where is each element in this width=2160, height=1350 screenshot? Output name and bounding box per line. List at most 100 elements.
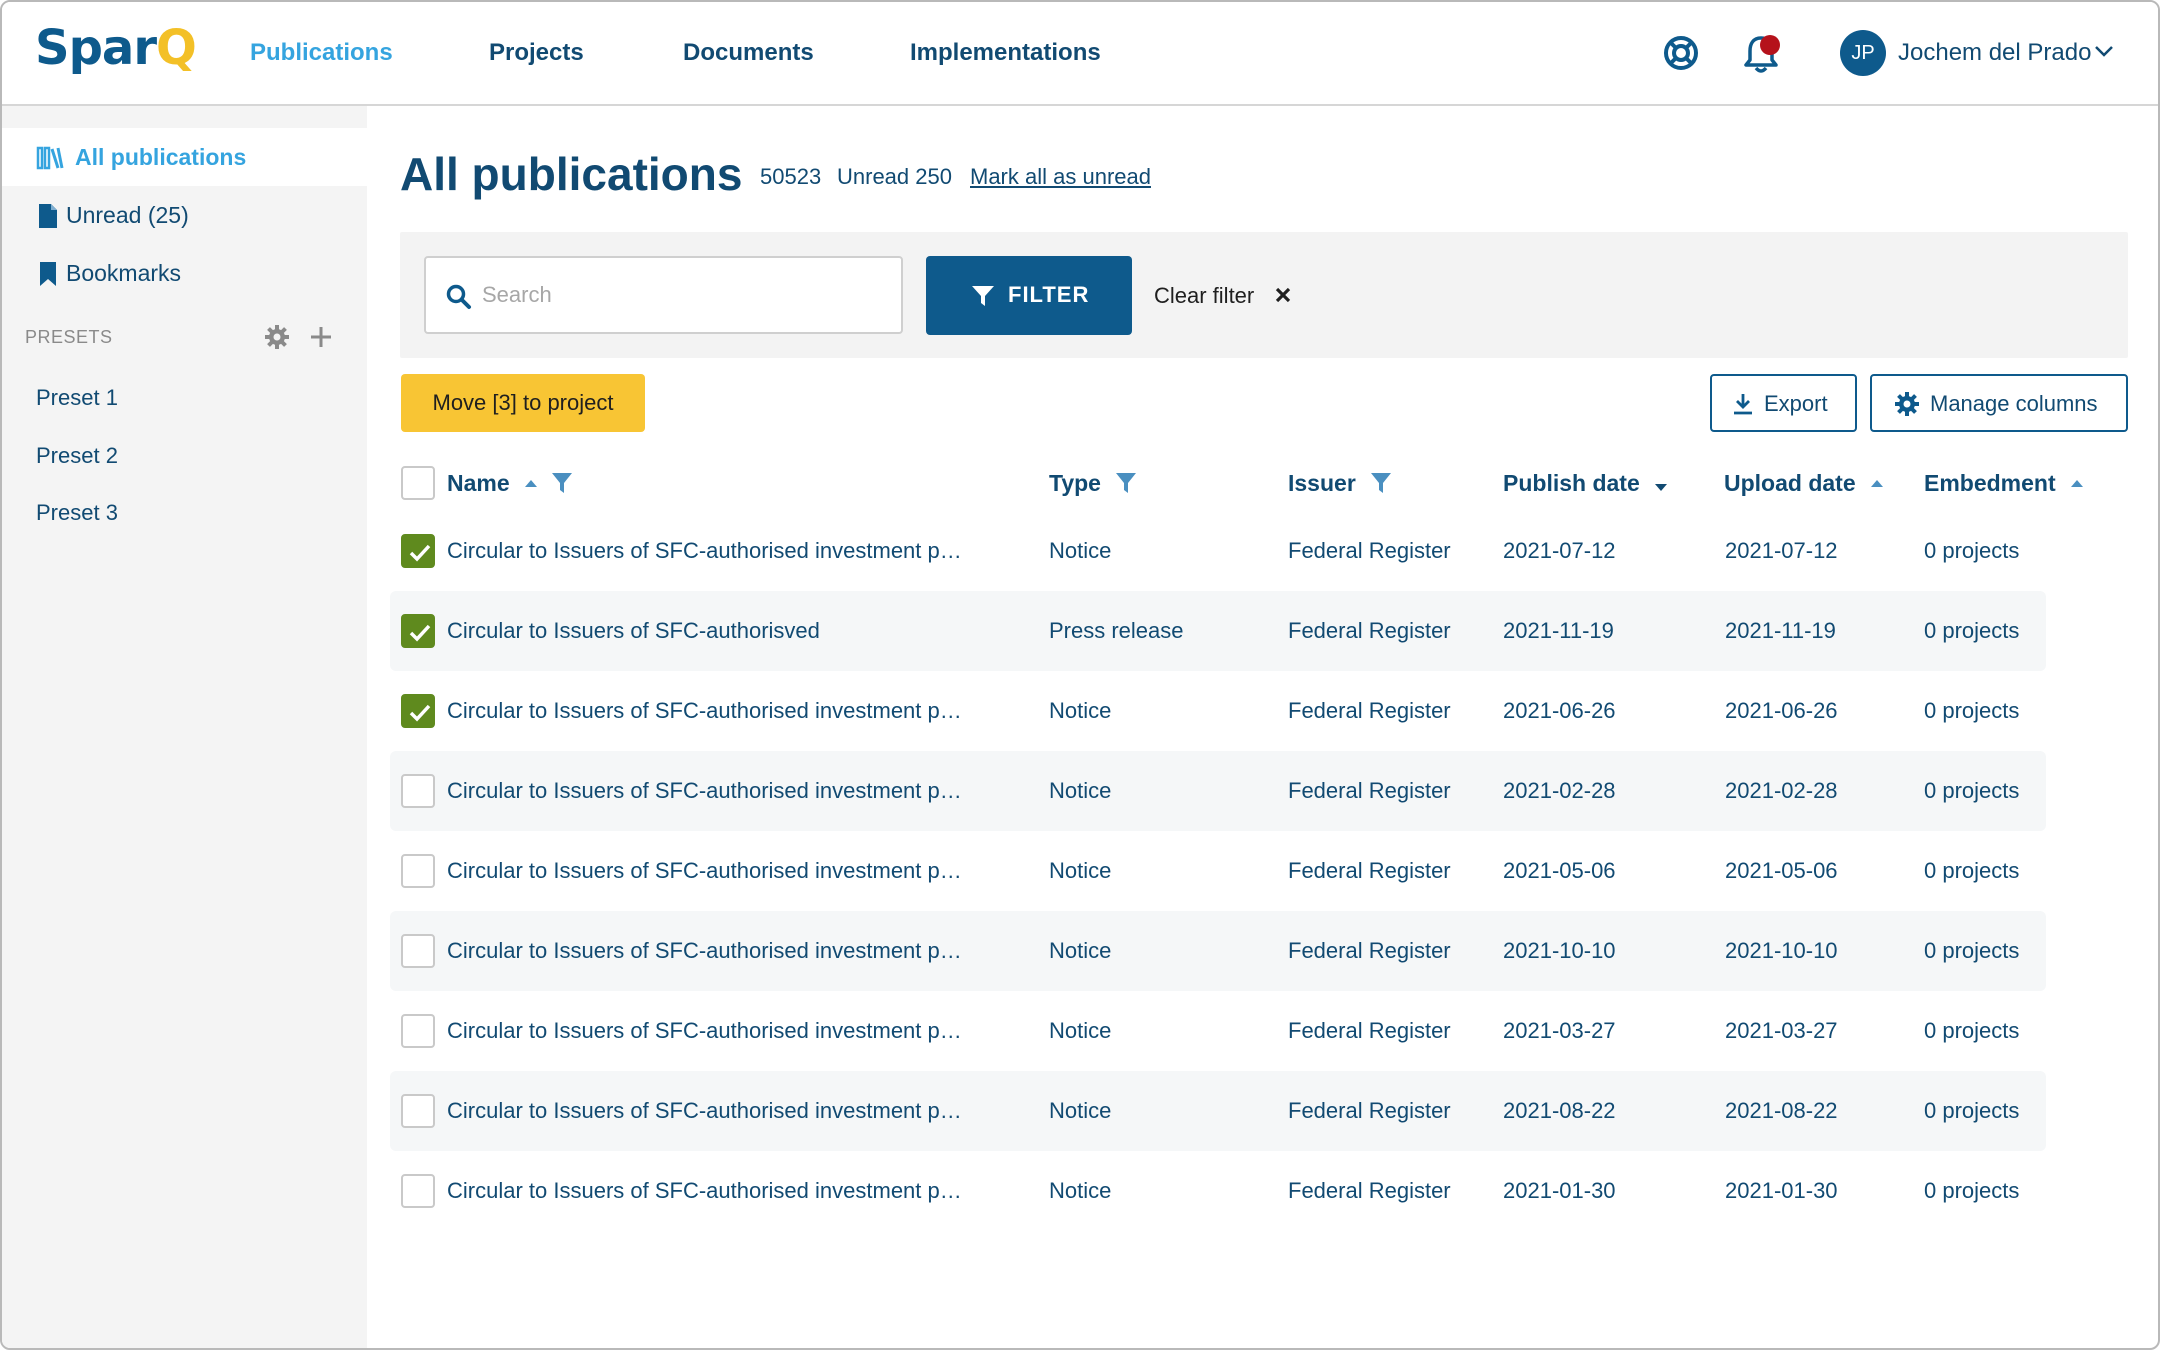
- chevron-down-icon[interactable]: [2094, 44, 2114, 58]
- sidebar-item-label: Bookmarks: [66, 260, 182, 286]
- column-label: Issuer: [1288, 470, 1356, 496]
- presets-heading: PRESETS: [25, 327, 113, 347]
- plus-icon[interactable]: [308, 324, 334, 350]
- cell-type: Notice: [1049, 538, 1112, 563]
- filter-button[interactable]: FILTER: [926, 256, 1132, 335]
- cell-name[interactable]: Circular to Issuers of SFC-authorised in…: [447, 696, 967, 726]
- cell-issuer: Federal Register: [1288, 1178, 1451, 1203]
- row-checkbox[interactable]: [401, 614, 435, 648]
- cell-type: Notice: [1049, 858, 1112, 883]
- cell-name[interactable]: Circular to Issuers of SFC-authorised in…: [447, 1096, 967, 1126]
- nav-projects[interactable]: Projects: [489, 38, 584, 68]
- row-checkbox[interactable]: [401, 1094, 435, 1128]
- total-count: 50523: [760, 164, 822, 189]
- column-header-publish-date[interactable]: Publish date: [1503, 466, 1668, 500]
- cell-issuer: Federal Register: [1288, 858, 1451, 883]
- row-checkbox[interactable]: [401, 1014, 435, 1048]
- top-header: SparQ Publications Projects Documents Im…: [2, 2, 2158, 106]
- cell-upload-date: 2021-01-30: [1725, 1178, 1838, 1203]
- row-checkbox[interactable]: [401, 934, 435, 968]
- column-header-embedment[interactable]: Embedment: [1924, 466, 2084, 500]
- preset-item[interactable]: Preset 2: [36, 441, 118, 471]
- search-icon: [446, 284, 471, 309]
- preset-item[interactable]: Preset 1: [36, 383, 118, 413]
- column-header-type[interactable]: Type: [1049, 466, 1137, 500]
- column-header-upload-date[interactable]: Upload date: [1724, 466, 1884, 500]
- sidebar-item-all-publications[interactable]: All publications: [2, 128, 367, 186]
- cell-embedment: 0 projects: [1924, 698, 2020, 723]
- gear-icon[interactable]: [264, 324, 290, 350]
- sparq-logo[interactable]: SparQ: [35, 20, 197, 76]
- preset-item[interactable]: Preset 3: [36, 498, 118, 528]
- cell-type: Notice: [1049, 938, 1112, 963]
- unread-count: Unread 250: [837, 164, 952, 189]
- cell-embedment: 0 projects: [1924, 778, 2020, 803]
- cell-name[interactable]: Circular to Issuers of SFC-authorised in…: [447, 1176, 967, 1206]
- cell-issuer: Federal Register: [1288, 1018, 1451, 1043]
- close-icon[interactable]: [1274, 286, 1292, 304]
- sidebar-item-unread[interactable]: Unread (25): [2, 186, 367, 244]
- sidebar-item-bookmarks[interactable]: Bookmarks: [2, 244, 367, 302]
- search-field[interactable]: [424, 256, 903, 334]
- cell-type: Notice: [1049, 1178, 1112, 1203]
- cell-upload-date: 2021-08-22: [1725, 1098, 1838, 1123]
- cell-name[interactable]: Circular to Issuers of SFC-authorisved: [447, 616, 967, 646]
- move-to-project-button[interactable]: Move [3] to project: [401, 374, 645, 432]
- column-filter-icon[interactable]: [1370, 471, 1392, 495]
- cell-issuer: Federal Register: [1288, 698, 1451, 723]
- column-label: Name: [447, 470, 510, 496]
- mark-all-unread-link[interactable]: Mark all as unread: [970, 162, 1151, 192]
- user-name[interactable]: Jochem del Prado: [1898, 38, 2091, 68]
- cell-upload-date: 2021-02-28: [1725, 778, 1838, 803]
- cell-publish-date: 2021-11-19: [1503, 618, 1614, 643]
- cell-name[interactable]: Circular to Issuers of SFC-authorised in…: [447, 1016, 967, 1046]
- app-window: SparQ Publications Projects Documents Im…: [0, 0, 2160, 1350]
- cell-name[interactable]: Circular to Issuers of SFC-authorised in…: [447, 856, 967, 886]
- row-checkbox[interactable]: [401, 774, 435, 808]
- clear-filter-button[interactable]: Clear filter: [1154, 281, 1254, 311]
- sort-asc-icon[interactable]: [2070, 478, 2084, 488]
- cell-publish-date: 2021-10-10: [1503, 938, 1616, 963]
- cell-upload-date: 2021-10-10: [1725, 938, 1838, 963]
- row-checkbox[interactable]: [401, 854, 435, 888]
- cell-upload-date: 2021-07-12: [1725, 538, 1838, 563]
- cell-embedment: 0 projects: [1924, 938, 2020, 963]
- row-checkbox[interactable]: [401, 1174, 435, 1208]
- nav-implementations[interactable]: Implementations: [910, 38, 1101, 68]
- column-label: Embedment: [1924, 470, 2056, 496]
- nav-publications[interactable]: Publications: [250, 38, 393, 68]
- cell-upload-date: 2021-05-06: [1725, 858, 1838, 883]
- column-filter-icon[interactable]: [551, 471, 573, 495]
- cell-publish-date: 2021-07-12: [1503, 538, 1616, 563]
- sidebar: All publications Unread (25) Bookmarks P…: [2, 106, 367, 1348]
- column-filter-icon[interactable]: [1115, 471, 1137, 495]
- lifebuoy-icon[interactable]: [1662, 34, 1700, 72]
- cell-name[interactable]: Circular to Issuers of SFC-authorised in…: [447, 776, 967, 806]
- manage-columns-button[interactable]: Manage columns: [1870, 374, 2128, 432]
- cell-name[interactable]: Circular to Issuers of SFC-authorised in…: [447, 536, 967, 566]
- row-checkbox[interactable]: [401, 694, 435, 728]
- cell-publish-date: 2021-06-26: [1503, 698, 1616, 723]
- cell-embedment: 0 projects: [1924, 538, 2020, 563]
- sort-asc-icon[interactable]: [524, 478, 538, 488]
- sort-asc-icon[interactable]: [1870, 478, 1884, 488]
- export-button[interactable]: Export: [1710, 374, 1857, 432]
- funnel-icon: [972, 286, 994, 306]
- cell-name[interactable]: Circular to Issuers of SFC-authorised in…: [447, 936, 967, 966]
- cell-publish-date: 2021-05-06: [1503, 858, 1616, 883]
- logo-text-main: Spar: [35, 20, 157, 76]
- cell-issuer: Federal Register: [1288, 778, 1451, 803]
- search-input[interactable]: [482, 276, 882, 314]
- notification-dot: [1760, 35, 1780, 55]
- column-header-name[interactable]: Name: [447, 466, 573, 500]
- filter-button-label: FILTER: [1008, 282, 1090, 307]
- column-header-issuer[interactable]: Issuer: [1288, 466, 1392, 500]
- sidebar-item-label: All publications: [75, 144, 247, 170]
- row-checkbox[interactable]: [401, 534, 435, 568]
- cell-embedment: 0 projects: [1924, 858, 2020, 883]
- sort-desc-icon[interactable]: [1654, 483, 1668, 493]
- nav-documents[interactable]: Documents: [683, 38, 814, 68]
- select-all-checkbox[interactable]: [401, 466, 435, 500]
- export-button-label: Export: [1764, 391, 1828, 416]
- avatar[interactable]: JP: [1840, 30, 1886, 76]
